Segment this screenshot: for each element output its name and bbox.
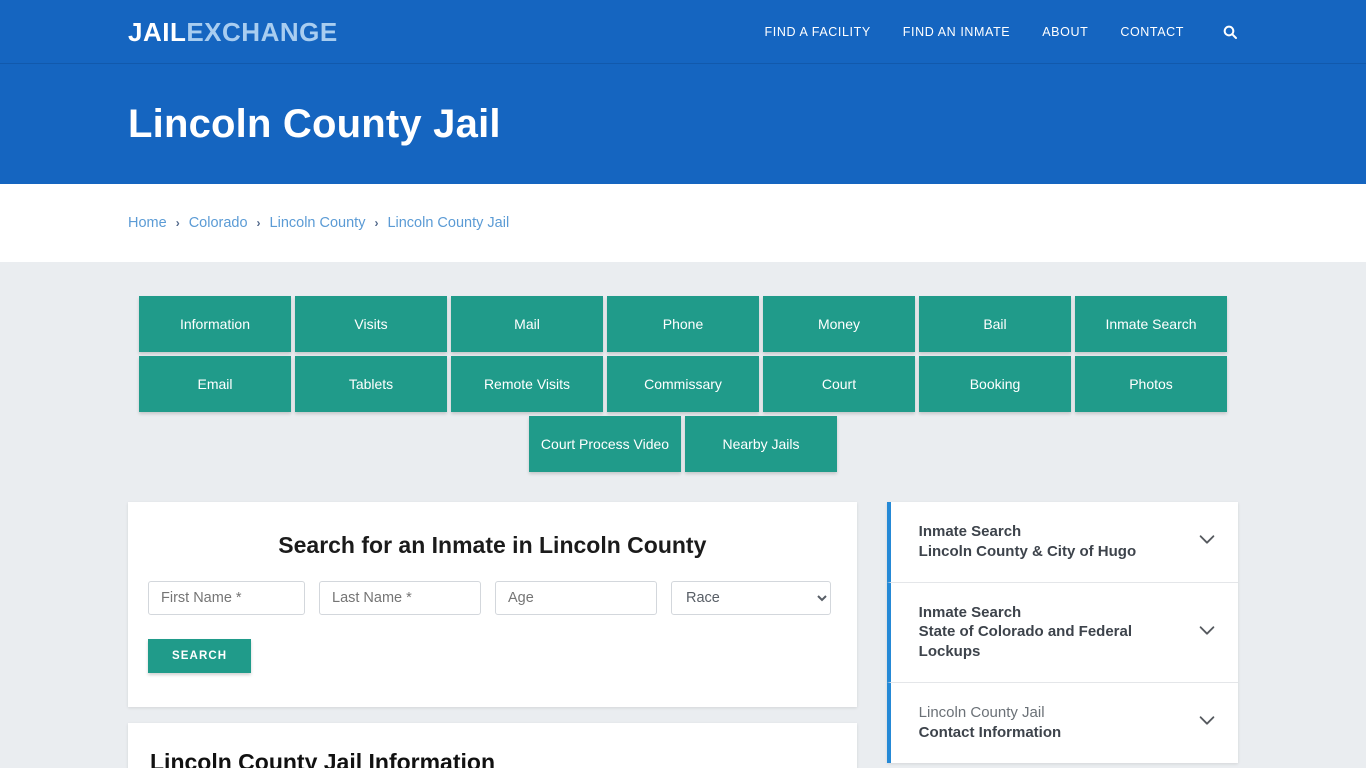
age-input[interactable] — [495, 581, 657, 615]
facility-button-tablets[interactable]: Tablets — [295, 356, 447, 412]
chevron-down-icon — [1184, 619, 1218, 646]
search-button[interactable]: SEARCH — [148, 639, 252, 673]
facility-button-mail[interactable]: Mail — [451, 296, 603, 352]
facility-button-commissary[interactable]: Commissary — [607, 356, 759, 412]
facility-button-court[interactable]: Court — [763, 356, 915, 412]
sidebar-item-line1: Lincoln County Jail — [918, 703, 1045, 721]
last-name-input[interactable] — [319, 581, 481, 615]
search-icon[interactable] — [1216, 24, 1238, 40]
chevron-right-icon: › — [175, 216, 180, 230]
facility-button-information[interactable]: Information — [139, 296, 291, 352]
breadcrumb-item-colorado[interactable]: Colorado — [189, 215, 248, 231]
sidebar-item-inmate-search-state[interactable]: Inmate Search State of Colorado and Fede… — [886, 582, 1238, 683]
facility-nav-buttons: Information Visits Mail Phone Money Bail… — [128, 262, 1238, 472]
facility-button-bail[interactable]: Bail — [919, 296, 1071, 352]
chevron-down-icon — [1184, 528, 1218, 555]
inmate-search-title: Search for an Inmate in Lincoln County — [278, 532, 707, 558]
nav-item-find-a-facility[interactable]: FIND A FACILITY — [765, 25, 871, 39]
facility-button-court-process-video[interactable]: Court Process Video — [529, 416, 681, 472]
nav-item-find-an-inmate[interactable]: FIND AN INMATE — [903, 25, 1010, 39]
facility-nav-row-2: Email Tablets Remote Visits Commissary C… — [128, 356, 1238, 412]
breadcrumb-bar: Home › Colorado › Lincoln County › Linco… — [0, 184, 1366, 262]
main-content-column: Search for an Inmate in Lincoln County R… — [128, 502, 857, 768]
facility-nav-row-1: Information Visits Mail Phone Money Bail… — [128, 296, 1238, 352]
chevron-right-icon: › — [256, 216, 261, 230]
sidebar-item-line2: State of Colorado and Federal Lockups — [918, 623, 1133, 661]
nav-item-contact[interactable]: CONTACT — [1120, 25, 1184, 39]
facility-button-booking[interactable]: Booking — [919, 356, 1071, 412]
facility-button-photos[interactable]: Photos — [1075, 356, 1227, 412]
facility-button-visits[interactable]: Visits — [295, 296, 447, 352]
hero-banner: Lincoln County Jail — [0, 64, 1366, 184]
sidebar-column: Inmate Search Lincoln County & City of H… — [886, 502, 1238, 763]
sidebar-item-label: Inmate Search Lincoln County & City of H… — [919, 522, 1184, 562]
facility-button-money[interactable]: Money — [763, 296, 915, 352]
facility-button-email[interactable]: Email — [139, 356, 291, 412]
facility-button-remote-visits[interactable]: Remote Visits — [451, 356, 603, 412]
site-header: JAILEXCHANGE FIND A FACILITY FIND AN INM… — [0, 0, 1366, 64]
page-title: Lincoln County Jail — [128, 101, 501, 146]
primary-nav: FIND A FACILITY FIND AN INMATE ABOUT CON… — [765, 24, 1238, 40]
first-name-input[interactable] — [148, 581, 305, 615]
jail-information-panel: Lincoln County Jail Information — [128, 723, 857, 768]
inmate-search-form: Race — [148, 581, 837, 615]
facility-button-nearby-jails[interactable]: Nearby Jails — [685, 416, 837, 472]
sidebar-item-line2: Contact Information — [918, 723, 1062, 741]
sidebar-item-inmate-search-county[interactable]: Inmate Search Lincoln County & City of H… — [886, 502, 1238, 583]
sidebar-accordion: Inmate Search Lincoln County & City of H… — [886, 502, 1238, 763]
facility-nav-row-3: Court Process Video Nearby Jails — [128, 416, 1238, 472]
inmate-search-panel: Search for an Inmate in Lincoln County R… — [128, 502, 857, 707]
sidebar-item-line1: Inmate Search — [918, 603, 1022, 621]
breadcrumb-item-home[interactable]: Home — [128, 215, 167, 231]
sidebar-item-contact-information[interactable]: Lincoln County Jail Contact Information — [886, 682, 1238, 763]
chevron-down-icon — [1184, 709, 1218, 736]
breadcrumb-item-lincoln-county-jail[interactable]: Lincoln County Jail — [387, 215, 509, 231]
breadcrumb-item-lincoln-county[interactable]: Lincoln County — [270, 215, 366, 231]
facility-button-phone[interactable]: Phone — [607, 296, 759, 352]
facility-button-inmate-search[interactable]: Inmate Search — [1075, 296, 1227, 352]
site-logo[interactable]: JAILEXCHANGE — [128, 19, 338, 45]
breadcrumb: Home › Colorado › Lincoln County › Linco… — [128, 215, 509, 231]
race-select[interactable]: Race — [671, 581, 831, 615]
sidebar-item-line1: Inmate Search — [918, 523, 1022, 540]
sidebar-item-label: Lincoln County Jail Contact Information — [919, 703, 1184, 743]
logo-text-secondary: EXCHANGE — [186, 16, 338, 47]
chevron-right-icon: › — [374, 216, 379, 230]
sidebar-item-line2: Lincoln County & City of Hugo — [918, 542, 1137, 560]
jail-information-title: Lincoln County Jail Information — [150, 749, 495, 768]
nav-item-about[interactable]: ABOUT — [1042, 25, 1088, 39]
sidebar-item-label: Inmate Search State of Colorado and Fede… — [919, 603, 1184, 662]
logo-text-primary: JAIL — [128, 16, 187, 47]
